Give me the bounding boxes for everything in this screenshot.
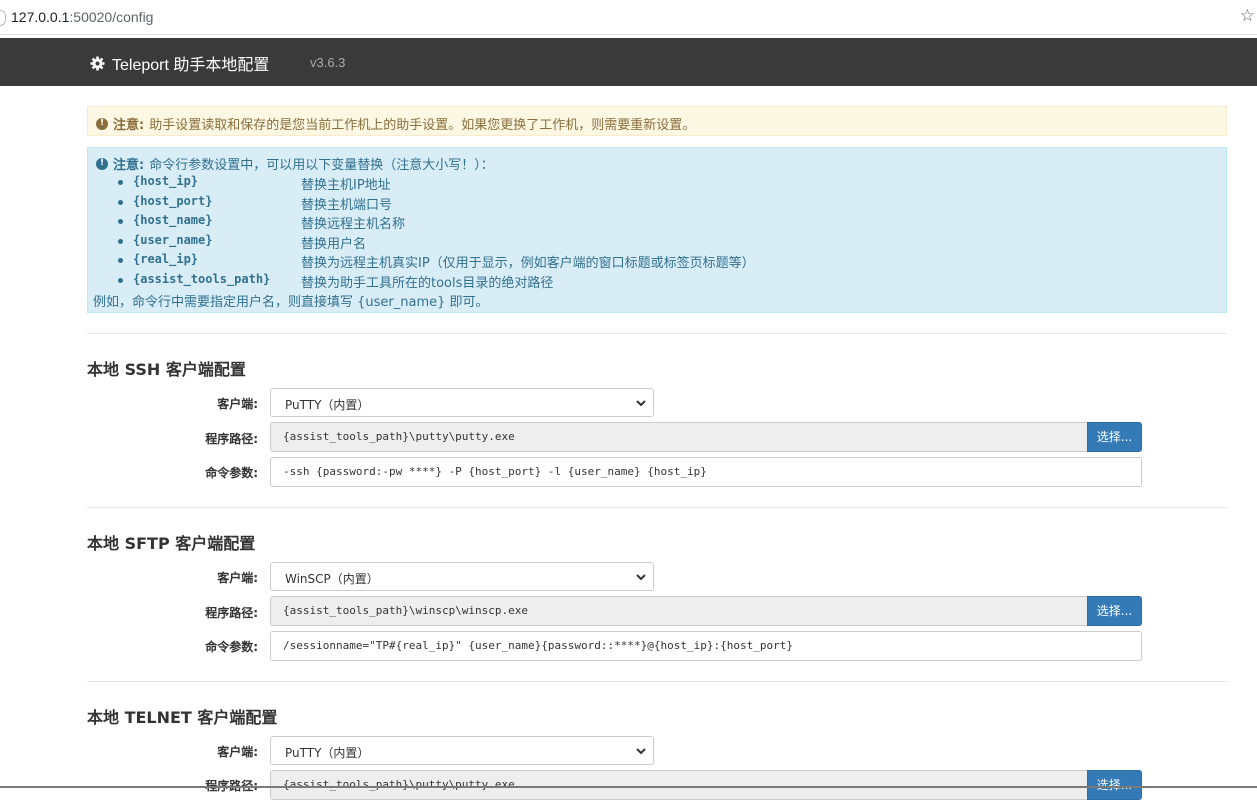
sftp-path-label: 程序路径: xyxy=(205,606,258,620)
bookmark-star-icon[interactable]: ☆ xyxy=(1240,6,1255,26)
info-footer: 例如，命令行中需要指定用户名，则直接填写 {user_name} 即可。 xyxy=(93,295,489,310)
sftp-client-select[interactable]: WinSCP（内置） xyxy=(270,562,654,591)
sftp-args-input[interactable]: /sessionname="TP#{real_ip}" {user_name}{… xyxy=(270,631,1142,661)
ssh-args-label: 命令参数: xyxy=(205,466,258,480)
ssh-client-label: 客户端: xyxy=(217,397,258,411)
telnet-client-select[interactable]: PuTTY（内置） xyxy=(270,736,654,765)
telnet-client-label: 客户端: xyxy=(217,745,258,759)
telnet-path-input[interactable]: {assist_tools_path}\putty\putty.exe xyxy=(270,770,1088,800)
warning-text: 助手设置读取和保存的是您当前工作机上的助手设置。如果您更换了工作机，则需要重新设… xyxy=(149,118,696,133)
ssh-section-title: 本地 SSH 客户端配置 xyxy=(87,360,246,379)
divider xyxy=(87,333,1227,334)
ssh-browse-button[interactable]: 选择... xyxy=(1087,422,1142,452)
divider xyxy=(87,507,1227,508)
brand: Teleport 助手本地配置 xyxy=(90,51,269,75)
top-navbar: Teleport 助手本地配置 v3.6.3 xyxy=(0,38,1257,86)
exclamation-circle-icon: ! xyxy=(96,117,108,130)
page-title: Teleport 助手本地配置 xyxy=(112,57,270,74)
address-bar[interactable]: 127.0.0.1:50020/config ☆ xyxy=(0,0,1257,35)
info-text: 命令行参数设置中，可以用以下变量替换（注意大小写！）： xyxy=(149,158,494,173)
exclamation-circle-icon: ! xyxy=(96,157,108,170)
ssh-path-label: 程序路径: xyxy=(205,432,258,446)
url-text[interactable]: 127.0.0.1:50020/config xyxy=(11,9,153,25)
version-label: v3.6.3 xyxy=(310,55,346,70)
ssh-path-input[interactable]: {assist_tools_path}\putty\putty.exe xyxy=(270,422,1088,452)
chevron-down-icon xyxy=(636,748,646,755)
gear-icon xyxy=(90,55,105,71)
site-info-icon[interactable] xyxy=(0,10,6,26)
warning-alert: ! 注意: 助手设置读取和保存的是您当前工作机上的助手设置。如果您更换了工作机，… xyxy=(87,106,1227,136)
warning-label: 注意: xyxy=(113,118,145,133)
sftp-path-input[interactable]: {assist_tools_path}\winscp\winscp.exe xyxy=(270,596,1088,626)
sftp-args-label: 命令参数: xyxy=(205,640,258,654)
divider xyxy=(87,681,1227,682)
telnet-section-title: 本地 TELNET 客户端配置 xyxy=(87,708,278,727)
sftp-browse-button[interactable]: 选择... xyxy=(1087,596,1142,626)
info-alert: ! 注意: 命令行参数设置中，可以用以下变量替换（注意大小写！）： {host_… xyxy=(87,147,1227,313)
ssh-args-input[interactable]: -ssh {password:-pw ****} -P {host_port} … xyxy=(270,457,1142,487)
sftp-section-title: 本地 SFTP 客户端配置 xyxy=(87,534,256,553)
ssh-client-select[interactable]: PuTTY（内置） xyxy=(270,388,654,417)
telnet-browse-button[interactable]: 选择... xyxy=(1087,770,1142,800)
chevron-down-icon xyxy=(636,574,646,581)
chevron-down-icon xyxy=(636,400,646,407)
info-label: 注意: xyxy=(113,158,145,173)
sftp-client-label: 客户端: xyxy=(217,571,258,585)
